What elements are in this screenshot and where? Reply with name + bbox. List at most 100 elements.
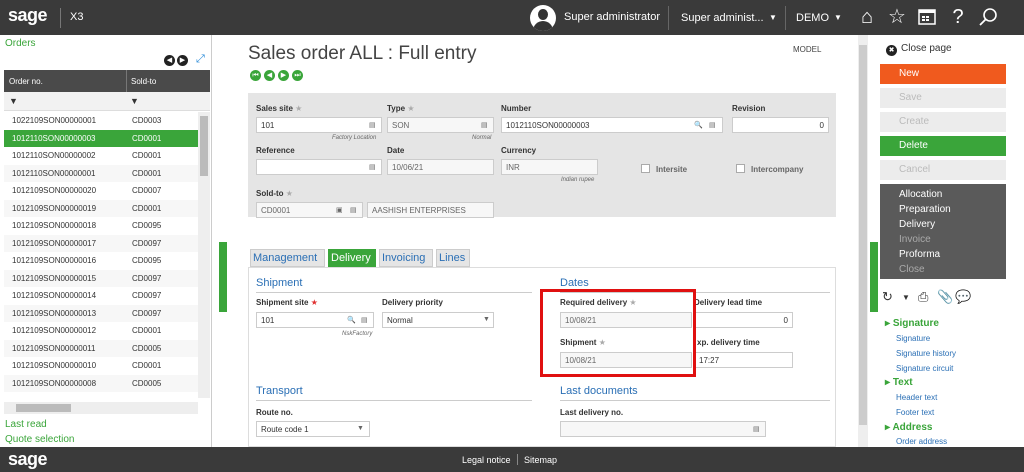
table-row[interactable]: 1012110SON00000003 CD0001 [4, 129, 198, 147]
table-row[interactable]: 1012110SON00000001 CD0001 [4, 164, 198, 182]
link-header-text[interactable]: Header text [896, 393, 937, 402]
table-row[interactable]: 1012109SON00000019 CD0001 [4, 199, 198, 217]
reference-field[interactable]: ▤ [256, 159, 382, 175]
search-icon: 🔍 [694, 122, 703, 129]
refresh-icon[interactable]: ↻ [882, 289, 893, 305]
create-button[interactable]: Create [880, 112, 1006, 132]
menu-invoice[interactable]: Invoice [899, 234, 931, 245]
link-signature-circuit[interactable]: Signature circuit [896, 364, 953, 373]
next-icon[interactable]: ▶ [177, 55, 188, 66]
previous-record-icon[interactable]: ◀ [264, 70, 275, 81]
table-row[interactable]: 1012109SON00000017 CD0097 [4, 234, 198, 252]
table-row[interactable]: 1012109SON00000014 CD0097 [4, 287, 198, 305]
text-heading[interactable]: ▸ Text [885, 377, 913, 388]
intercompany-checkbox[interactable] [736, 164, 745, 173]
print-icon[interactable]: ⎙ [918, 289, 928, 305]
menu-preparation[interactable]: Preparation [899, 204, 951, 215]
menu-delivery[interactable]: Delivery [899, 219, 935, 230]
save-button[interactable]: Save [880, 88, 1006, 108]
revision-field[interactable]: 0 [732, 117, 829, 133]
folder-select[interactable]: DEMO [796, 12, 829, 24]
order-no-cell: 1012110SON00000002 [12, 151, 96, 160]
delivery-priority-select[interactable]: Normal ▼ [382, 312, 494, 328]
sold-to-field[interactable]: CD0001 ▣ ▤ [256, 202, 363, 218]
menu-close[interactable]: Close [899, 264, 925, 275]
table-row[interactable]: 1012109SON00000010 CD0001 [4, 357, 198, 375]
collapse-right-handle[interactable] [870, 242, 878, 312]
table-row[interactable]: 1012109SON00000015 CD0097 [4, 269, 198, 287]
sales-site-field[interactable]: 101 ▤ [256, 117, 382, 133]
delivery-lead-time-field[interactable]: 0 [694, 312, 793, 328]
sold-to-cell: CD0095 [132, 221, 162, 230]
home-icon[interactable]: ⌂ [855, 5, 879, 29]
menu-proforma[interactable]: Proforma [899, 249, 940, 260]
menu-allocation[interactable]: Allocation [899, 189, 942, 200]
vertical-scrollbar[interactable] [198, 112, 210, 398]
table-row[interactable]: 1012110SON00000002 CD0001 [4, 147, 198, 165]
star-icon[interactable]: ☆ [885, 5, 909, 29]
link-order-address[interactable]: Order address [896, 437, 947, 446]
user-name[interactable]: Super administrator [564, 11, 660, 23]
sitemap-link[interactable]: Sitemap [524, 455, 557, 465]
last-record-icon[interactable]: ⏭ [292, 70, 303, 81]
filter-icon[interactable]: ▼ [9, 96, 18, 106]
delete-button[interactable]: Delete [880, 136, 1006, 156]
close-page-button[interactable]: ✖ Close page [886, 43, 952, 56]
orders-title[interactable]: Orders [5, 38, 36, 49]
tab-management[interactable]: Management [250, 249, 325, 267]
table-row[interactable]: 1012109SON00000013 CD0097 [4, 304, 198, 322]
link-signature[interactable]: Signature [896, 334, 930, 343]
user-role-select[interactable]: Super administ... [681, 12, 764, 24]
legal-notice-link[interactable]: Legal notice [462, 455, 511, 465]
shipment-site-field[interactable]: 101 🔍 ▤ [256, 312, 374, 328]
sold-to-cell: CD0001 [132, 203, 162, 213]
last-read-link[interactable]: Last read [5, 419, 47, 430]
chevron-down-icon[interactable]: ▼ [769, 13, 777, 22]
column-order-no[interactable]: Order no. [9, 77, 43, 86]
collapse-left-handle[interactable] [219, 242, 227, 312]
chevron-down-icon[interactable]: ▼ [834, 13, 842, 22]
intersite-checkbox[interactable] [641, 164, 650, 173]
table-row[interactable]: 1012109SON00000018 CD0095 [4, 217, 198, 235]
table-row[interactable]: 1012109SON00000012 CD0001 [4, 322, 198, 340]
last-delivery-no-field[interactable]: ▤ [560, 421, 766, 437]
help-icon[interactable]: ? [946, 5, 970, 29]
currency-field[interactable]: INR [501, 159, 598, 175]
column-sold-to[interactable]: Sold-to [131, 77, 156, 86]
tab-invoicing[interactable]: Invoicing [379, 249, 433, 267]
link-footer-text[interactable]: Footer text [896, 408, 934, 417]
table-row[interactable]: 1022109SON00000001 CD0003 [4, 112, 198, 130]
calendar-icon[interactable] [915, 5, 939, 29]
date-field[interactable]: 10/06/21 [387, 159, 494, 175]
page-scrollbar[interactable] [858, 35, 868, 447]
type-field[interactable]: SON ▤ [387, 117, 494, 133]
cancel-button[interactable]: Cancel [880, 160, 1006, 180]
user-avatar-icon[interactable] [530, 5, 556, 31]
table-row[interactable]: 1012109SON00000016 CD0095 [4, 252, 198, 270]
search-icon[interactable] [976, 5, 1000, 29]
route-no-select[interactable]: Route code 1 ▼ [256, 421, 370, 437]
chevron-down-icon[interactable]: ▼ [902, 293, 910, 302]
attachment-icon[interactable]: 📎 [937, 289, 953, 305]
previous-icon[interactable]: ◀ [164, 55, 175, 66]
sage-logo[interactable]: sage [8, 5, 48, 26]
filter-icon[interactable]: ▼ [130, 96, 139, 106]
number-field[interactable]: 1012110SON00000003 🔍 ▤ [501, 117, 723, 133]
quote-selection-link[interactable]: Quote selection [5, 434, 75, 445]
new-button[interactable]: New [880, 64, 1006, 84]
table-row[interactable]: 1012109SON00000011 CD0005 [4, 339, 198, 357]
signature-heading[interactable]: ▸ Signature [885, 318, 939, 329]
comment-icon[interactable]: 💬 [955, 289, 971, 305]
table-row[interactable]: 1012109SON00000020 CD0007 [4, 182, 198, 200]
type-desc: Normal [472, 135, 492, 141]
tab-lines[interactable]: Lines [436, 249, 470, 267]
expand-icon[interactable]: ⤢ [196, 53, 205, 66]
expected-delivery-time-field[interactable]: 17:27 [694, 352, 793, 368]
link-signature-history[interactable]: Signature history [896, 349, 956, 358]
horizontal-scrollbar[interactable] [4, 402, 198, 414]
tab-delivery[interactable]: Delivery [328, 249, 376, 267]
next-record-icon[interactable]: ▶ [278, 70, 289, 81]
address-heading[interactable]: ▸ Address [885, 422, 932, 433]
first-record-icon[interactable]: ⏮ [250, 70, 261, 81]
table-row[interactable]: 1012109SON00000008 CD0005 [4, 374, 198, 392]
